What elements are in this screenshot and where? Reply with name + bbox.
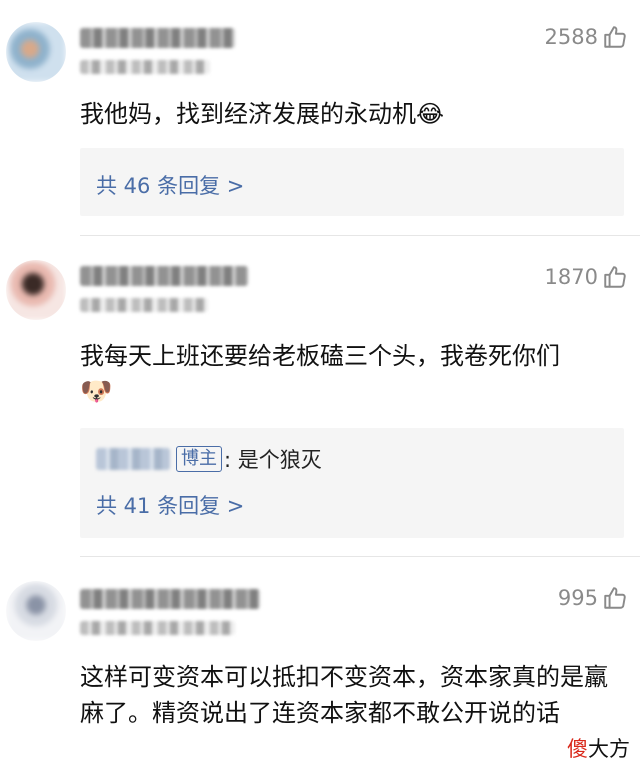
- comment-meta-blurred: [80, 621, 235, 635]
- comment-text: 这样可变资本可以抵扣不变资本，资本家真的是羸麻了。精资说出了连资本家都不敢公开说…: [80, 663, 608, 727]
- watermark: 傻大方: [565, 733, 632, 763]
- reply-preview[interactable]: 博主 : 是个狼灭 共 41 条回复 >: [80, 428, 624, 538]
- thumbs-up-icon: [602, 24, 628, 50]
- like-count: 2588: [544, 25, 598, 49]
- like-count: 995: [557, 586, 598, 610]
- username-blurred[interactable]: [80, 28, 235, 48]
- comment-text: 我每天上班还要给老板磕三个头，我卷死你们 🐶: [80, 338, 620, 410]
- doge-emoji-icon: 🐶: [80, 377, 113, 407]
- view-replies-link[interactable]: 共 46 条回复 >: [96, 170, 244, 200]
- comment-text-body: 我每天上班还要给老板磕三个头，我卷死你们: [80, 342, 560, 370]
- reply-text: : 是个狼灭: [224, 448, 322, 472]
- comment-text: 我他妈，找到经济发展的永动机😂: [80, 100, 445, 128]
- comment-2: 1870 我每天上班还要给老板磕三个头，我卷死你们 🐶 博主 : 是个狼灭 共 …: [0, 236, 640, 556]
- author-badge: 博主: [176, 446, 222, 472]
- comment-3: 995 这样可变资本可以抵扣不变资本，资本家真的是羸麻了。精资说出了连资本家都不…: [0, 557, 640, 773]
- like-button[interactable]: 995: [558, 585, 628, 611]
- comment-meta-blurred: [80, 60, 210, 74]
- watermark-red-char: 傻: [567, 737, 588, 761]
- reply-preview[interactable]: 共 46 条回复 >: [80, 148, 624, 216]
- view-replies-link[interactable]: 共 41 条回复 >: [96, 490, 244, 520]
- comment-meta-blurred: [80, 298, 208, 312]
- like-button[interactable]: 1870: [545, 264, 628, 290]
- avatar[interactable]: [6, 581, 66, 641]
- reply-username-blurred[interactable]: [96, 448, 170, 470]
- thumbs-up-icon: [602, 264, 628, 290]
- username-blurred[interactable]: [80, 589, 260, 609]
- watermark-text: 大方: [588, 737, 630, 761]
- like-button[interactable]: 2588: [545, 24, 628, 50]
- reply-item[interactable]: 博主 : 是个狼灭: [96, 444, 322, 474]
- avatar[interactable]: [6, 22, 66, 82]
- comment-1: 2588 我他妈，找到经济发展的永动机😂 共 46 条回复 >: [0, 0, 640, 235]
- avatar[interactable]: [6, 260, 66, 320]
- username-blurred[interactable]: [80, 266, 248, 286]
- thumbs-up-icon: [602, 585, 628, 611]
- like-count: 1870: [544, 265, 598, 289]
